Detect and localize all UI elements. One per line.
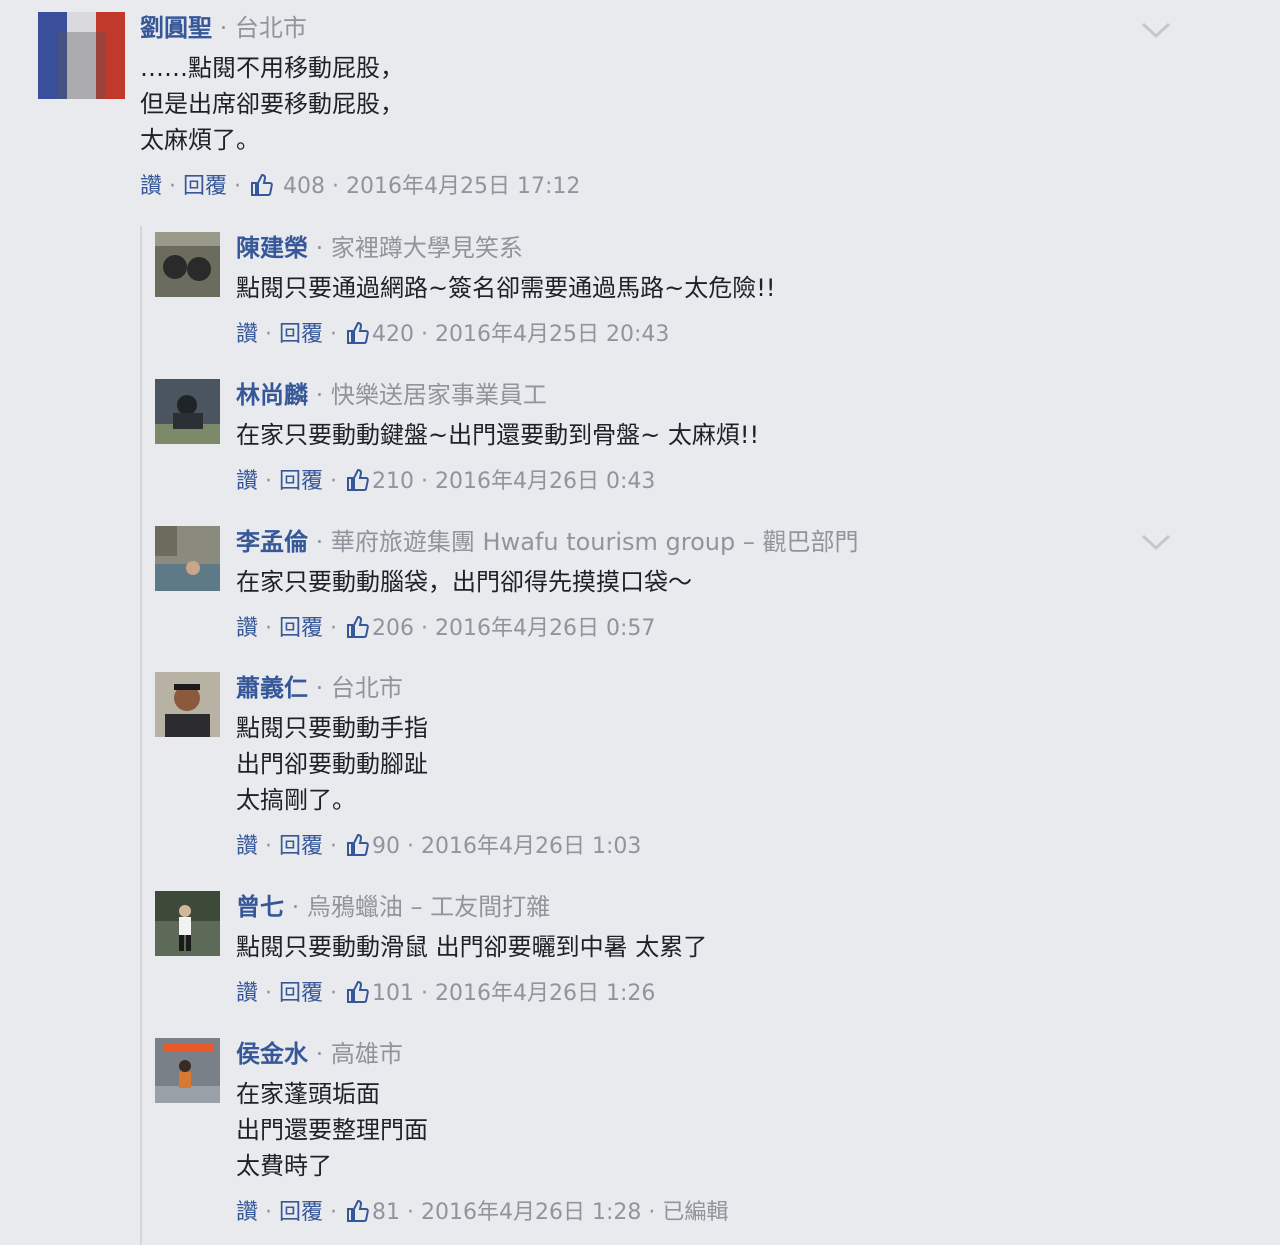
avatar[interactable] xyxy=(155,232,220,297)
reply-comment: 曾七 · 烏鴉蠟油 – 工友間打雜 點閱只要動動滑鼠 出門卻要曬到中暑 太累了 … xyxy=(155,891,1235,1021)
comment-actions: 讚 · 回覆 · 408 · 2016年4月25日 17:12 xyxy=(140,173,581,199)
author-name[interactable]: 陳建榮 xyxy=(236,234,308,262)
timestamp[interactable]: 2016年4月26日 1:26 xyxy=(435,981,655,1006)
timestamp[interactable]: 2016年4月26日 1:03 xyxy=(421,834,641,859)
comment-text: 在家蓬頭垢面 出門還要整理門面 太費時了 xyxy=(236,1080,428,1180)
thumbs-up-icon[interactable] xyxy=(346,1199,370,1223)
like-link[interactable]: 讚 xyxy=(236,616,258,641)
thumbs-up-icon[interactable] xyxy=(346,321,370,345)
like-link[interactable]: 讚 xyxy=(140,174,162,199)
author-meta: 台北市 xyxy=(330,674,403,702)
author-meta: 烏鴉蠟油 – 工友間打雜 xyxy=(306,893,551,921)
reply-comment: 侯金水 · 高雄市 在家蓬頭垢面 出門還要整理門面 太費時了 讚 · 回覆 · … xyxy=(155,1038,1235,1243)
author-meta: 家裡蹲大學見笑系 xyxy=(330,234,523,262)
reply-comment: 陳建榮 · 家裡蹲大學見笑系 點閱只要通過網路~簽名卻需要通過馬路~太危險!! … xyxy=(155,232,1235,362)
author-meta: 華府旅遊集團 Hwafu tourism group – 觀巴部門 xyxy=(330,528,859,556)
like-link[interactable]: 讚 xyxy=(236,981,258,1006)
avatar[interactable] xyxy=(38,12,125,99)
like-count[interactable]: 206 xyxy=(372,616,414,641)
author-meta: 快樂送居家事業員工 xyxy=(330,381,547,409)
like-link[interactable]: 讚 xyxy=(236,469,258,494)
timestamp[interactable]: 2016年4月26日 0:43 xyxy=(435,469,655,494)
comment-header: 劉圓聖 · 台北市 xyxy=(140,14,307,42)
reply-link[interactable]: 回覆 xyxy=(183,174,227,199)
comment-actions: 讚 · 回覆 · 90 · 2016年4月26日 1:03 xyxy=(236,833,642,859)
comment-actions: 讚 · 回覆 · 420 · 2016年4月25日 20:43 xyxy=(236,321,670,347)
comment-text: 在家只要動動鍵盤~出門還要動到骨盤~ 太麻煩!! xyxy=(236,421,760,449)
avatar[interactable] xyxy=(155,379,220,444)
comment-actions: 讚 · 回覆 · 81 · 2016年4月26日 1:28 · 已編輯 xyxy=(236,1199,729,1225)
comment-actions: 讚 · 回覆 · 101 · 2016年4月26日 1:26 xyxy=(236,980,656,1006)
like-count[interactable]: 101 xyxy=(372,981,414,1006)
timestamp[interactable]: 2016年4月26日 0:57 xyxy=(435,616,655,641)
author-name[interactable]: 劉圓聖 xyxy=(140,14,212,42)
reply-comment: 林尚麟 · 快樂送居家事業員工 在家只要動動鍵盤~出門還要動到骨盤~ 太麻煩!!… xyxy=(155,379,1235,509)
like-count[interactable]: 81 xyxy=(372,1200,400,1225)
author-name[interactable]: 林尚麟 xyxy=(236,381,308,409)
author-name[interactable]: 侯金水 xyxy=(236,1040,308,1068)
author-name[interactable]: 曾七 xyxy=(236,893,284,921)
like-link[interactable]: 讚 xyxy=(236,322,258,347)
reply-link[interactable]: 回覆 xyxy=(279,322,323,347)
like-count[interactable]: 408 xyxy=(283,174,325,199)
avatar[interactable] xyxy=(155,672,220,737)
thumbs-up-icon[interactable] xyxy=(346,833,370,857)
timestamp[interactable]: 2016年4月26日 1:28 xyxy=(421,1200,641,1225)
avatar[interactable] xyxy=(155,891,220,956)
avatar[interactable] xyxy=(155,526,220,591)
reply-link[interactable]: 回覆 xyxy=(279,981,323,1006)
reply-link[interactable]: 回覆 xyxy=(279,1200,323,1225)
author-meta: 高雄市 xyxy=(330,1040,403,1068)
author-name[interactable]: 李孟倫 xyxy=(236,528,308,556)
reply-comment: 李孟倫 · 華府旅遊集團 Hwafu tourism group – 觀巴部門 … xyxy=(155,526,1235,656)
thumbs-up-icon[interactable] xyxy=(346,468,370,492)
edited-link[interactable]: 已編輯 xyxy=(662,1200,728,1225)
comment-text: 在家只要動動腦袋，出門卻得先摸摸口袋～ xyxy=(236,568,692,596)
timestamp[interactable]: 2016年4月25日 17:12 xyxy=(346,174,580,199)
thumbs-up-icon[interactable] xyxy=(346,615,370,639)
comment-text: 點閱只要動動滑鼠 出門卻要曬到中暑 太累了 xyxy=(236,933,708,961)
like-link[interactable]: 讚 xyxy=(236,1200,258,1225)
reply-thread-line xyxy=(140,226,142,1245)
thumbs-up-icon[interactable] xyxy=(346,980,370,1004)
avatar[interactable] xyxy=(155,1038,220,1103)
reply-link[interactable]: 回覆 xyxy=(279,469,323,494)
thumbs-up-icon[interactable] xyxy=(250,173,274,197)
reply-comment: 蕭義仁 · 台北市 點閱只要動動手指 出門卻要動動腳趾 太搞剛了。 讚 · 回覆… xyxy=(155,672,1235,872)
timestamp[interactable]: 2016年4月25日 20:43 xyxy=(435,322,669,347)
reply-link[interactable]: 回覆 xyxy=(279,834,323,859)
like-count[interactable]: 420 xyxy=(372,322,414,347)
comment-actions: 讚 · 回覆 · 210 · 2016年4月26日 0:43 xyxy=(236,468,656,494)
reply-link[interactable]: 回覆 xyxy=(279,616,323,641)
chevron-down-icon[interactable] xyxy=(1140,532,1172,552)
chevron-down-icon[interactable] xyxy=(1140,20,1172,40)
like-count[interactable]: 210 xyxy=(372,469,414,494)
comment-text: ……點閱不用移動屁股， 但是出席卻要移動屁股， 太麻煩了。 xyxy=(140,54,404,154)
comment-actions: 讚 · 回覆 · 206 · 2016年4月26日 0:57 xyxy=(236,615,656,641)
comment-text: 點閱只要動動手指 出門卻要動動腳趾 太搞剛了。 xyxy=(236,714,428,814)
like-link[interactable]: 讚 xyxy=(236,834,258,859)
comment-text: 點閱只要通過網路~簽名卻需要通過馬路~太危險!! xyxy=(236,274,776,302)
author-meta: 台北市 xyxy=(234,14,307,42)
author-name[interactable]: 蕭義仁 xyxy=(236,674,308,702)
like-count[interactable]: 90 xyxy=(372,834,400,859)
top-comment: 劉圓聖 · 台北市 ……點閱不用移動屁股， 但是出席卻要移動屁股， 太麻煩了。 … xyxy=(38,12,1238,217)
